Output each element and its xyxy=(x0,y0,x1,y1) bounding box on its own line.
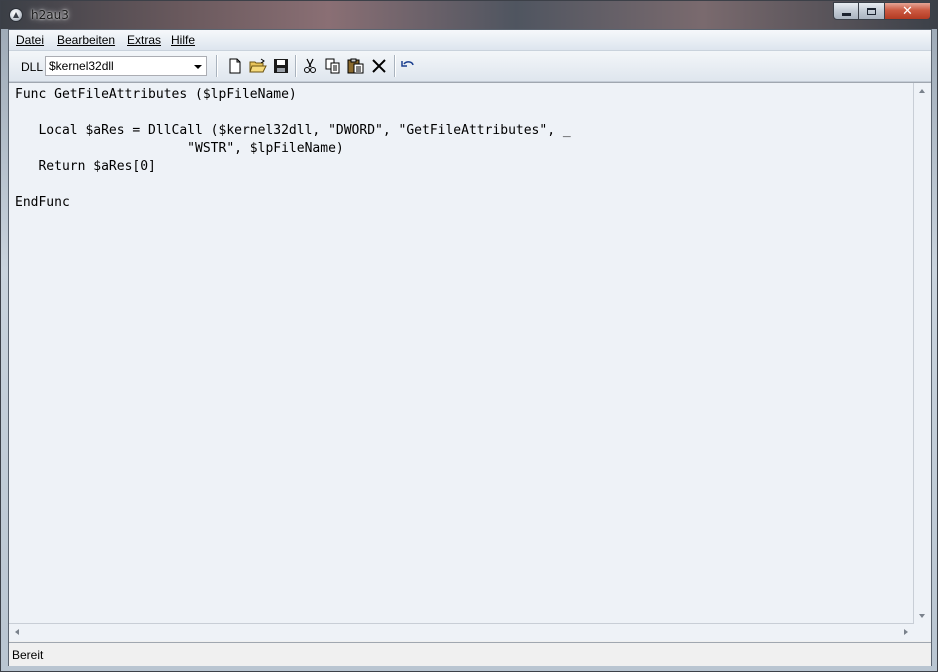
menu-bar: Datei Bearbeiten Extras Hilfe xyxy=(9,30,931,51)
copy-button[interactable] xyxy=(323,56,343,76)
delete-button[interactable] xyxy=(369,56,389,76)
new-file-button[interactable] xyxy=(225,56,245,76)
paste-button[interactable] xyxy=(346,56,366,76)
app-icon[interactable] xyxy=(9,8,23,22)
scroll-up-icon[interactable] xyxy=(919,89,925,93)
cut-icon xyxy=(304,58,316,73)
client-area: Datei Bearbeiten Extras Hilfe DLL $kerne… xyxy=(8,29,932,666)
paste-icon xyxy=(347,58,364,74)
status-bar: Bereit xyxy=(9,642,931,666)
dll-label: DLL xyxy=(21,60,44,74)
maximize-icon xyxy=(867,7,876,15)
window-controls: ✕ xyxy=(833,2,931,20)
dll-select[interactable]: $kernel32dll xyxy=(45,56,207,76)
delete-icon xyxy=(372,59,386,73)
copy-icon xyxy=(325,58,340,74)
new-file-icon xyxy=(229,58,241,74)
menu-bearbeiten[interactable]: Bearbeiten xyxy=(57,33,115,47)
toolbar-separator xyxy=(295,55,297,77)
menu-extras[interactable]: Extras xyxy=(127,33,161,47)
status-text: Bereit xyxy=(12,648,44,662)
toolbar: DLL $kernel32dll xyxy=(9,51,931,82)
close-icon: ✕ xyxy=(902,3,913,19)
minimize-button[interactable] xyxy=(833,2,859,20)
scroll-left-icon[interactable] xyxy=(15,629,19,635)
vertical-scrollbar[interactable] xyxy=(913,83,931,624)
minimize-icon xyxy=(841,12,851,16)
window-title: h2au3 xyxy=(31,8,69,22)
title-bar[interactable]: h2au3 ✕ xyxy=(1,1,937,29)
horizontal-scrollbar[interactable] xyxy=(9,623,914,641)
open-folder-icon xyxy=(249,58,267,73)
menu-datei[interactable]: Datei xyxy=(16,33,44,47)
app-window: h2au3 ✕ Datei Bearbeiten Extras Hilfe DL… xyxy=(0,0,938,672)
toolbar-separator xyxy=(394,55,396,77)
close-button[interactable]: ✕ xyxy=(885,2,931,20)
save-button[interactable] xyxy=(271,56,291,76)
open-button[interactable] xyxy=(248,56,268,76)
dll-select-value: $kernel32dll xyxy=(49,59,114,73)
scrollbar-corner xyxy=(914,624,931,641)
save-icon xyxy=(274,59,288,73)
cut-button[interactable] xyxy=(300,56,320,76)
scroll-down-icon[interactable] xyxy=(919,614,925,618)
code-text[interactable]: Func GetFileAttributes ($lpFileName) Loc… xyxy=(15,86,571,212)
scroll-right-icon[interactable] xyxy=(904,629,908,635)
toolbar-separator xyxy=(216,55,218,77)
maximize-button[interactable] xyxy=(859,2,885,20)
undo-icon xyxy=(401,61,414,67)
code-editor[interactable]: Func GetFileAttributes ($lpFileName) Loc… xyxy=(9,82,931,641)
menu-hilfe[interactable]: Hilfe xyxy=(171,33,195,47)
undo-button[interactable] xyxy=(398,56,418,76)
chevron-down-icon[interactable] xyxy=(194,65,202,69)
